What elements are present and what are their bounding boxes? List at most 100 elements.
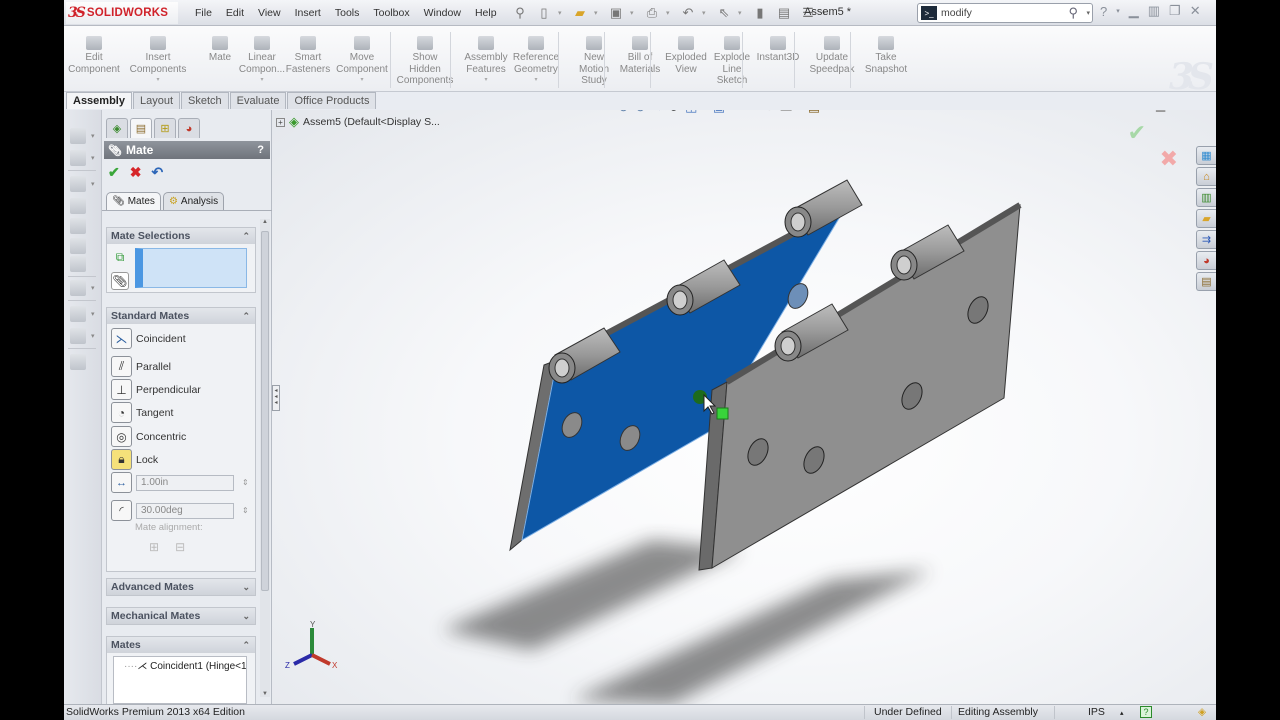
display-style-icon[interactable]: ▣ (713, 110, 725, 115)
hide-show-items-icon[interactable]: ∞ (741, 110, 750, 114)
mate-lock[interactable]: 🔒︎ Lock (111, 449, 158, 470)
dropdown-arrow[interactable]: ▾ (756, 110, 760, 111)
cmd-reference-geometry-button[interactable]: Reference Geometry ▾ (506, 36, 566, 87)
mate-parallel[interactable]: ⫽ Parallel (111, 356, 171, 377)
search-dropdown[interactable]: ▾ (1086, 9, 1090, 17)
solidworks-logo[interactable]: 3S SOLIDWORKS (66, 2, 178, 24)
home-tab[interactable]: ⌂ (1196, 167, 1216, 186)
chamfer-icon[interactable] (70, 238, 86, 254)
dropdown-arrow[interactable]: ▾ (91, 132, 95, 140)
resources-tab[interactable]: ▦ (1196, 146, 1216, 165)
select-dropdown[interactable]: ▾ (738, 9, 746, 17)
search-input[interactable] (941, 7, 1061, 19)
units-selector[interactable]: IPS (1088, 706, 1105, 718)
tile-icon[interactable]: ▥ (1148, 3, 1160, 19)
dropdown-arrow[interactable]: ▾ (260, 75, 263, 87)
expand-icon[interactable]: + (276, 117, 285, 127)
hinge-assembly-model[interactable] (272, 110, 1216, 704)
zoom-to-fit-icon[interactable]: ⊕ (618, 110, 629, 115)
cmd-insert-components-button[interactable]: Insert Components ▾ (128, 36, 188, 87)
feature-manager-tab[interactable]: ◈ (106, 118, 128, 138)
angle-icon[interactable]: ◜ (111, 500, 132, 521)
view-settings-icon[interactable]: ▤ (808, 110, 820, 115)
viewport-close-icon[interactable]: ✕ (1196, 110, 1206, 112)
cmd-edit-component-button[interactable]: Edit Component (64, 36, 124, 75)
appearances-tab[interactable]: ◕ (1196, 251, 1216, 270)
property-manager-tab[interactable]: ▤ (130, 118, 152, 138)
menu-help[interactable]: Help (468, 7, 504, 19)
curves-icon[interactable] (70, 328, 86, 344)
mate-perpendicular[interactable]: ⊥ Perpendicular (111, 379, 201, 400)
quick-tips-icon[interactable]: ? (1140, 706, 1152, 718)
dropdown-arrow[interactable]: ▾ (91, 180, 95, 188)
pattern-icon[interactable] (70, 280, 86, 296)
cmd-take-snapshot-button[interactable]: Take Snapshot (856, 36, 916, 75)
zoom-to-area-icon[interactable]: ⊙ (635, 110, 646, 115)
edit-appearance-icon[interactable]: ● (766, 110, 774, 114)
scroll-down-icon[interactable]: ▼ (262, 691, 268, 697)
new-dropdown[interactable]: ▾ (558, 9, 566, 17)
ok-button[interactable]: ✔ (108, 164, 120, 181)
file-properties-icon[interactable]: ▤ (774, 3, 794, 23)
multi-mate-icon[interactable]: 📎︎ (111, 272, 129, 290)
mate-selections-header[interactable]: Mate Selections ⌃ (107, 228, 255, 244)
distance-spinner[interactable]: ⇕ (242, 478, 249, 487)
menu-toolbox[interactable]: Toolbox (366, 7, 416, 19)
menu-file[interactable]: File (188, 7, 219, 19)
collapse-icon[interactable]: ⌃ (242, 311, 250, 322)
cmd-instant3d-button[interactable]: Instant3D (748, 36, 808, 64)
mate-coincident[interactable]: ⋋ Coincident (111, 328, 186, 349)
dropdown-arrow[interactable]: ▾ (703, 110, 707, 111)
undo-icon[interactable]: ↶ (678, 3, 698, 23)
property-manager-scrollbar[interactable]: ▲ ▼ (260, 219, 270, 697)
dropdown-arrow[interactable]: ▾ (156, 75, 159, 87)
split-right-icon[interactable]: ⊐ (1136, 110, 1146, 112)
tab-evaluate[interactable]: Evaluate (229, 92, 287, 109)
menu-tools[interactable]: Tools (328, 7, 367, 19)
view-selector-icon[interactable] (70, 128, 86, 144)
custom-properties-tab[interactable]: ▤ (1196, 272, 1216, 291)
open-folder-icon[interactable]: ▰ (570, 3, 590, 23)
magnifier-icon[interactable]: ⚲ (1068, 5, 1078, 21)
menu-insert[interactable]: Insert (288, 7, 328, 19)
collapse-icon[interactable]: ⌃ (242, 640, 250, 651)
help-button[interactable]: ? (257, 144, 264, 156)
display-manager-tab[interactable]: ◕ (178, 118, 200, 138)
anti-aligned-icon[interactable]: ⊟ (175, 540, 185, 554)
cmd-smart-fasteners-button[interactable]: Smart Fasteners (278, 36, 338, 75)
distance-icon[interactable]: ↔ (111, 472, 132, 493)
undo-dropdown[interactable]: ▾ (702, 9, 710, 17)
selection-handle[interactable] (716, 407, 729, 420)
mate-concentric[interactable]: ◎ Concentric (111, 426, 186, 447)
dropdown-arrow[interactable]: ▾ (360, 75, 363, 87)
menu-window[interactable]: Window (417, 7, 468, 19)
angle-spinner[interactable]: ⇕ (242, 506, 249, 515)
view-orientation-icon[interactable]: ◫ (685, 110, 697, 115)
cmd-move-component-button[interactable]: Move Component ▾ (332, 36, 392, 87)
file-explorer-tab[interactable]: ▰ (1196, 209, 1216, 228)
tag-icon[interactable]: ◈ (1198, 706, 1206, 718)
scrollbar-thumb[interactable] (261, 231, 269, 591)
mechanical-mates-group[interactable]: Mechanical Mates ⌄ (106, 607, 256, 625)
rebuild-icon[interactable]: ▮ (750, 3, 770, 23)
close-icon[interactable]: ✕ (1190, 3, 1201, 19)
dropdown-arrow[interactable]: ▾ (798, 110, 802, 111)
previous-view-icon[interactable]: ⤳ (652, 110, 662, 115)
fillet-icon[interactable] (70, 176, 86, 192)
hole-wizard-icon[interactable] (70, 256, 86, 272)
mates-list[interactable]: ····⋌ Coincident1 (Hinge<1 (113, 656, 247, 704)
print-dropdown[interactable]: ▾ (666, 9, 674, 17)
dropdown-arrow[interactable]: ▾ (91, 332, 95, 340)
cmd-show-hidden-components-button[interactable]: Show Hidden Components (394, 36, 456, 87)
menu-view[interactable]: View (251, 7, 288, 19)
tab-layout[interactable]: Layout (132, 92, 181, 109)
dropdown-arrow[interactable]: ▾ (484, 75, 487, 87)
standard-mates-header[interactable]: Standard Mates ⌃ (107, 308, 255, 324)
dropdown-arrow[interactable]: ▾ (91, 310, 95, 318)
section-view-icon[interactable]: ● (668, 110, 679, 117)
tab-analysis[interactable]: ⚙ Analysis (162, 192, 225, 210)
restore-icon[interactable]: ❐ (1169, 3, 1181, 19)
extrude-icon[interactable] (70, 198, 86, 214)
dropdown-arrow[interactable]: ▾ (731, 110, 735, 111)
minimize-icon[interactable]: ▁ (1129, 3, 1139, 19)
